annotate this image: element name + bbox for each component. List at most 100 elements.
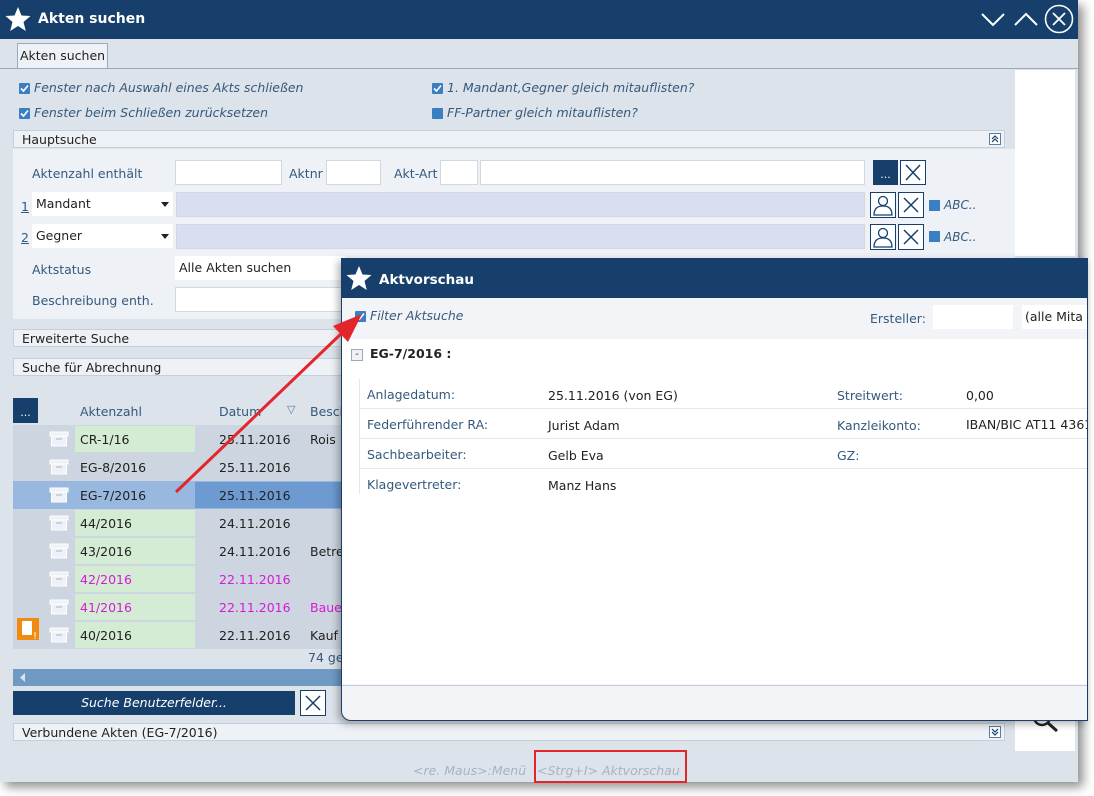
gegner-person-button[interactable] [870, 224, 896, 250]
gz-label: GZ: [837, 448, 860, 463]
ra-label: Federführender RA: [367, 417, 489, 432]
sachbearbeiter-value: Gelb Eva [548, 448, 604, 463]
detail-row [359, 439, 1087, 469]
aktstatus-select[interactable]: Alle Akten suchen [175, 256, 345, 280]
cell-aktenzahl: 44/2016 [80, 516, 132, 531]
chevron-up-icon[interactable] [1013, 8, 1039, 30]
gegner-select[interactable]: Gegner [32, 224, 173, 248]
gegner-select-value: Gegner [36, 228, 83, 243]
section-hauptsuche-title: Hauptsuche [22, 132, 97, 147]
streitwert-label: Streitwert: [837, 388, 903, 403]
cell-beschreibung: Kauf [310, 628, 338, 643]
section-verbundene-akten[interactable]: Verbundene Akten (EG-7/2016) [13, 723, 1005, 741]
mandant-person-button[interactable] [870, 192, 896, 218]
label-reset-on-close: Fenster beim Schließen zurücksetzen [34, 105, 269, 120]
checkbox-close-after-select[interactable] [19, 83, 30, 94]
cell-datum: 22.11.2016 [219, 628, 291, 643]
archive-box-icon [49, 543, 69, 559]
cell-aktenzahl: 42/2016 [80, 572, 132, 587]
collapse-icon[interactable] [989, 133, 1001, 145]
star-icon [4, 5, 32, 33]
gegner-abc-label: ABC.. [944, 230, 977, 244]
klagevertreter-label: Klagevertreter: [367, 477, 462, 492]
svg-text:!: ! [33, 631, 37, 642]
chevron-down-icon [161, 202, 169, 207]
row2-number: 2 [21, 230, 29, 245]
chevron-down-icon[interactable] [980, 8, 1006, 30]
konto-label: Kanzleikonto: [837, 418, 921, 433]
cell-datum: 24.11.2016 [219, 516, 291, 531]
table-row[interactable]: 43/2016 24.11.2016 Betre [13, 537, 344, 565]
archive-box-icon [49, 459, 69, 475]
cell-aktenzahl: 43/2016 [80, 544, 132, 559]
row1-number: 1 [21, 199, 29, 214]
cell-datum: 24.11.2016 [219, 544, 291, 559]
horizontal-scrollbar[interactable] [13, 669, 343, 686]
archive-box-icon [49, 487, 69, 503]
search-userfields-button[interactable]: Suche Benutzerfelder... [13, 691, 295, 715]
checkbox-reset-on-close[interactable] [19, 108, 30, 119]
ersteller-label: Ersteller: [870, 311, 926, 326]
mandant-clear-button[interactable] [898, 192, 924, 218]
star-icon [345, 264, 373, 292]
label-list-ff-partner: FF-Partner gleich mitauflisten? [447, 105, 638, 120]
expand-icon[interactable] [989, 726, 1001, 738]
popup-title: Aktvorschau [379, 272, 474, 288]
archive-box-icon [49, 431, 69, 447]
archive-box-icon [49, 627, 69, 643]
document-warning-icon: ! [17, 618, 41, 642]
anlagedatum-label: Anlagedatum: [367, 387, 456, 402]
popup-footer-divider [342, 685, 1087, 686]
title-bar [0, 0, 1078, 39]
ersteller-select[interactable]: (alle Mita [1022, 305, 1087, 329]
table-menu-button[interactable]: ... [13, 398, 38, 423]
column-aktenzahl[interactable]: Aktenzahl [80, 404, 142, 419]
cell-aktenzahl: CR-1/16 [80, 432, 130, 447]
sachbearbeiter-label: Sachbearbeiter: [367, 447, 467, 462]
beschreibung-label: Beschreibung enth. [32, 293, 154, 308]
aktvorschau-popup: Aktvorschau Filter Aktsuche Ersteller: (… [341, 258, 1088, 721]
tab-akten-suchen[interactable]: Akten suchen [17, 43, 108, 69]
hint-context-menu: <re. Maus>:Menü [413, 763, 527, 778]
cell-aktenzahl: EG-7/2016 [80, 488, 147, 503]
beschreibung-label-text: Beschreibung enth. [32, 293, 154, 308]
aktart-label: Akt-Art [394, 166, 438, 181]
table-row[interactable]: 41/2016 22.11.2016 Baue [13, 593, 343, 621]
aktstatus-label: Aktstatus [32, 262, 92, 277]
annotation-arrow [170, 300, 370, 500]
label-list-client-opponent: 1. Mandant,Gegner gleich mitauflisten? [447, 80, 695, 95]
gegner-abc-checkbox[interactable] [929, 231, 940, 242]
gegner-input[interactable] [176, 224, 865, 249]
aktart-browse-button[interactable]: ... [873, 160, 898, 185]
table-row[interactable]: 44/2016 24.11.2016 [13, 509, 343, 537]
ra-value: Jurist Adam [548, 418, 620, 433]
label-filter-aktsuche: Filter Aktsuche [370, 308, 464, 323]
checkbox-list-ff-partner[interactable] [432, 108, 443, 119]
konto-value: IBAN/BIC AT11 4361 [966, 417, 1088, 432]
cell-beschreibung: Baue [310, 600, 342, 615]
mandant-select-value: Mandant [36, 196, 91, 211]
cell-aktenzahl: 41/2016 [80, 600, 132, 615]
mandant-abc-checkbox[interactable] [929, 200, 940, 211]
result-count: 74 ge [308, 650, 344, 665]
gegner-clear-button[interactable] [898, 224, 924, 250]
ersteller-input[interactable] [933, 305, 1013, 329]
table-row[interactable]: 40/2016 22.11.2016 Kauf! [13, 618, 343, 649]
aktnr-label: Aktnr [289, 166, 323, 181]
klagevertreter-value: Manz Hans [548, 478, 617, 493]
mandant-input[interactable] [176, 192, 865, 217]
mandant-select[interactable]: Mandant [32, 192, 173, 216]
aktart-code-input[interactable] [440, 160, 478, 185]
userfields-clear-button[interactable] [300, 690, 326, 716]
tab-divider [0, 68, 1078, 69]
aktart-text-input[interactable] [480, 160, 865, 185]
aktart-clear-button[interactable] [900, 160, 926, 185]
section-hauptsuche[interactable]: Hauptsuche [13, 130, 1005, 148]
label-close-after-select: Fenster nach Auswahl eines Akts schließe… [34, 80, 304, 95]
checkbox-list-client-opponent[interactable] [432, 83, 443, 94]
table-row[interactable]: 42/2016 22.11.2016 [13, 565, 343, 593]
aktenzahl-input[interactable] [175, 160, 282, 185]
aktnr-input[interactable] [326, 160, 381, 185]
close-icon[interactable] [1044, 4, 1074, 34]
highlight-box [534, 750, 687, 783]
